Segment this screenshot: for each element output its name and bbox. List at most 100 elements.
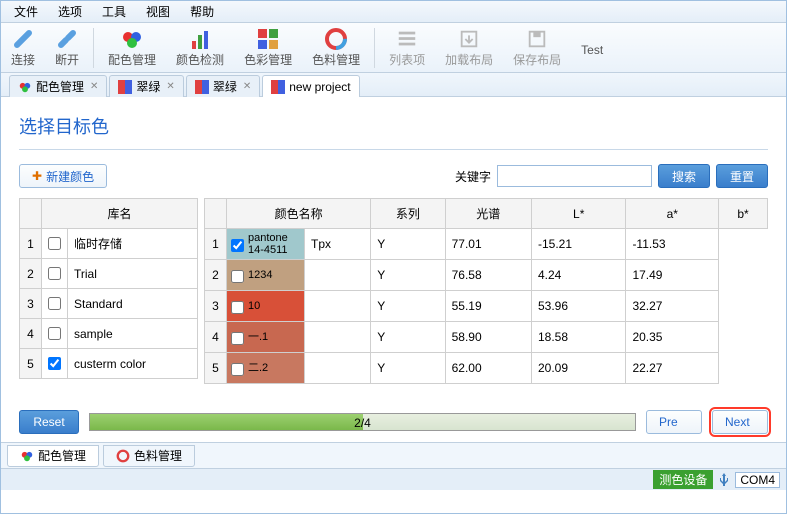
tab-new-project[interactable]: new project <box>262 75 359 97</box>
wizard-reset-button[interactable]: Reset <box>19 410 79 434</box>
row-number: 1 <box>20 229 42 259</box>
color-swatch[interactable]: pantone 14-4511 <box>227 229 304 259</box>
tb-save-layout[interactable]: 保存布局 <box>503 25 571 70</box>
tab-cui-1[interactable]: 翠绿✕ <box>109 75 183 97</box>
menu-file[interactable]: 文件 <box>4 1 48 22</box>
col-a: a* <box>626 199 719 229</box>
color-name: 一.1 <box>248 331 268 343</box>
detect-icon <box>188 27 212 51</box>
tb-color-detect[interactable]: 颜色检测 <box>166 25 234 70</box>
series-cell <box>305 260 371 291</box>
col-L: L* <box>532 199 626 229</box>
new-color-button[interactable]: ✚新建颜色 <box>19 164 107 188</box>
spectrum-cell: Y <box>371 229 445 260</box>
close-icon[interactable]: ✕ <box>90 81 98 92</box>
next-button[interactable]: Next <box>712 410 768 434</box>
tb-color-mgmt[interactable]: 配色管理 <box>98 25 166 70</box>
top-tabs: 配色管理✕ 翠绿✕ 翠绿✕ new project <box>1 73 786 97</box>
tb-test[interactable]: Test <box>571 37 613 59</box>
row-checkbox[interactable] <box>42 289 68 319</box>
menubar: 文件 选项 工具 视图 帮助 <box>1 1 786 23</box>
load-icon <box>457 27 481 51</box>
row-checkbox[interactable] <box>42 319 68 349</box>
tb-color-manage[interactable]: 色彩管理 <box>234 25 302 70</box>
port-status: COM4 <box>735 472 780 488</box>
b-cell: 32.27 <box>626 291 719 322</box>
a-cell: 4.24 <box>532 260 626 291</box>
keyword-label: 关键字 <box>455 168 491 185</box>
library-grid: 库名 1 临时存储2 Trial3 Standard4 sample5 cust… <box>19 198 198 384</box>
menu-help[interactable]: 帮助 <box>180 1 224 22</box>
tb-material-mgmt[interactable]: 色料管理 <box>302 25 370 70</box>
row-checkbox[interactable] <box>231 363 244 376</box>
list-icon <box>395 27 419 51</box>
keyword-input[interactable] <box>497 165 652 187</box>
library-name: sample <box>68 319 198 349</box>
spectrum-cell: Y <box>371 260 445 291</box>
row-checkbox[interactable] <box>231 239 244 252</box>
library-row[interactable]: 2 Trial <box>20 259 198 289</box>
library-row[interactable]: 4 sample <box>20 319 198 349</box>
color-row[interactable]: 3 10 Y 55.19 53.96 32.27 <box>205 291 768 322</box>
tb-connect[interactable]: 连接 <box>1 25 45 70</box>
row-checkbox[interactable] <box>42 349 68 379</box>
tb-load-layout[interactable]: 加载布局 <box>435 25 503 70</box>
color-name: 二.2 <box>248 362 268 374</box>
b-cell: 22.27 <box>626 353 719 384</box>
swatch-icon <box>118 80 132 94</box>
row-number: 5 <box>205 353 227 384</box>
bottom-tab-material-mgmt[interactable]: 色料管理 <box>103 445 195 467</box>
L-cell: 76.58 <box>445 260 531 291</box>
row-checkbox[interactable] <box>231 301 244 314</box>
color-row[interactable]: 2 1234 Y 76.58 4.24 17.49 <box>205 260 768 291</box>
row-checkbox[interactable] <box>231 270 244 283</box>
connect-icon <box>11 27 35 51</box>
color-grid: 颜色名称 系列 光谱 L* a* b* 1 pantone 14-4511 Tp… <box>204 198 768 384</box>
close-icon[interactable]: ✕ <box>243 81 251 92</box>
tab-cui-2[interactable]: 翠绿✕ <box>186 75 260 97</box>
tb-disconnect[interactable]: 断开 <box>45 25 89 70</box>
a-cell: 20.09 <box>532 353 626 384</box>
library-row[interactable]: 5 custerm color <box>20 349 198 379</box>
menu-option[interactable]: 选项 <box>48 1 92 22</box>
L-cell: 77.01 <box>445 229 531 260</box>
device-status: 测色设备 <box>653 470 713 489</box>
color-row[interactable]: 5 二.2 Y 62.00 20.09 22.27 <box>205 353 768 384</box>
palette-icon <box>120 27 144 51</box>
row-number: 3 <box>20 289 42 319</box>
color-swatch[interactable]: 一.1 <box>227 322 304 352</box>
series-cell <box>305 353 371 384</box>
col-b: b* <box>719 199 768 229</box>
color-swatch[interactable]: 二.2 <box>227 353 304 383</box>
series-cell: Tpx <box>305 229 371 260</box>
pre-button[interactable]: Pre <box>646 410 702 434</box>
L-cell: 62.00 <box>445 353 531 384</box>
close-icon[interactable]: ✕ <box>166 81 174 92</box>
ring-icon <box>116 449 130 463</box>
tb-list[interactable]: 列表项 <box>379 25 435 70</box>
row-number: 1 <box>205 229 227 260</box>
color-row[interactable]: 4 一.1 Y 58.90 18.58 20.35 <box>205 322 768 353</box>
color-row[interactable]: 1 pantone 14-4511 Tpx Y 77.01 -15.21 -11… <box>205 229 768 260</box>
b-cell: 20.35 <box>626 322 719 353</box>
bottom-tab-color-mgmt[interactable]: 配色管理 <box>7 445 99 467</box>
row-checkbox[interactable] <box>42 229 68 259</box>
color-swatch[interactable]: 10 <box>227 291 304 321</box>
color-swatch[interactable]: 1234 <box>227 260 304 290</box>
search-button[interactable]: 搜索 <box>658 164 710 188</box>
row-number: 2 <box>20 259 42 289</box>
color-name: 1234 <box>248 269 272 281</box>
row-number: 4 <box>20 319 42 349</box>
palette-icon <box>18 80 32 94</box>
menu-view[interactable]: 视图 <box>136 1 180 22</box>
tab-color-mgmt[interactable]: 配色管理✕ <box>9 75 107 97</box>
reset-filter-button[interactable]: 重置 <box>716 164 768 188</box>
grid-icon <box>256 27 280 51</box>
library-row[interactable]: 3 Standard <box>20 289 198 319</box>
row-checkbox[interactable] <box>231 332 244 345</box>
library-row[interactable]: 1 临时存储 <box>20 229 198 259</box>
row-checkbox[interactable] <box>42 259 68 289</box>
col-series: 系列 <box>371 199 445 229</box>
progress-text: 2/4 <box>90 414 635 432</box>
menu-tool[interactable]: 工具 <box>92 1 136 22</box>
